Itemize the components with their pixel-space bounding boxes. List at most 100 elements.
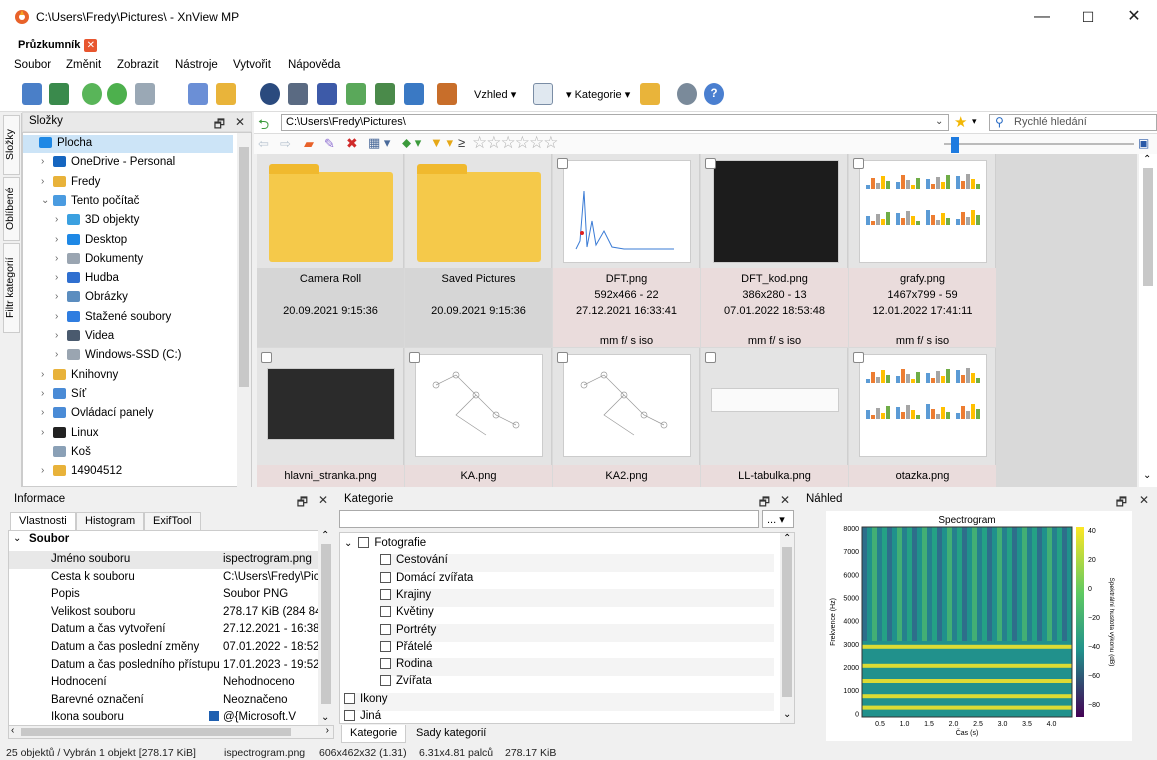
expand-arrow-icon[interactable]: › <box>41 407 44 418</box>
zoom-slider-track[interactable] <box>944 143 1134 145</box>
tree-item[interactable]: › Fredy <box>23 174 233 192</box>
move-icon[interactable] <box>216 83 236 105</box>
scroll-down-icon[interactable]: ⌄ <box>1143 470 1151 481</box>
slideshow-icon[interactable] <box>135 83 155 105</box>
select-checkbox[interactable] <box>853 352 864 363</box>
thumbnail-size-icon[interactable]: ▦ ▾ <box>368 135 390 151</box>
tree-item[interactable]: Plocha <box>23 135 233 153</box>
category-item[interactable]: Rodina <box>380 658 774 677</box>
tab-browser[interactable]: Průzkumník ✕ <box>12 36 101 56</box>
settings-gear-icon[interactable] <box>677 83 697 105</box>
thumbnail-item[interactable]: otazka.png <box>849 348 996 487</box>
tab-category-sets[interactable]: Sady kategorií <box>408 725 494 743</box>
expand-arrow-icon[interactable]: › <box>55 272 58 283</box>
expand-arrow-icon[interactable]: › <box>41 369 44 380</box>
tree-icon[interactable] <box>640 83 660 105</box>
fullscreen-icon[interactable] <box>49 83 69 105</box>
category-item[interactable]: Přátelé <box>380 640 774 659</box>
sort-icon[interactable]: ⬥ ▾ <box>402 135 421 151</box>
thumbnail-item[interactable]: Camera Roll 20.09.2021 9:15:36 <box>257 154 404 347</box>
zoom-slider-thumb[interactable] <box>951 137 959 153</box>
category-item[interactable]: Zvířata <box>380 675 774 693</box>
select-checkbox[interactable] <box>557 352 568 363</box>
rating-stars-icon[interactable]: ☆☆☆☆☆☆ <box>472 133 558 153</box>
category-options-button[interactable]: ... ▾ <box>762 510 794 528</box>
category-checkbox[interactable] <box>380 554 391 566</box>
expand-arrow-icon[interactable]: › <box>55 214 58 225</box>
capture-icon[interactable] <box>404 83 424 105</box>
info-hscroll[interactable]: ‹ › <box>8 725 334 739</box>
expand-arrow-icon[interactable]: › <box>41 176 44 187</box>
panel-layout-icon[interactable]: ▣ <box>1138 136 1149 150</box>
thumbnail-item[interactable]: hlavni_stranka.png <box>257 348 404 487</box>
category-checkbox[interactable] <box>380 588 391 600</box>
info-vscroll-thumb[interactable] <box>321 544 331 704</box>
copy-icon[interactable] <box>188 83 208 105</box>
expand-arrow-icon[interactable]: › <box>41 427 44 438</box>
refresh-icon[interactable] <box>82 83 102 105</box>
category-item[interactable]: Portréty <box>380 623 774 642</box>
tree-item[interactable]: › Obrázky <box>23 289 233 307</box>
category-scrollbar[interactable]: ⌃ ⌄ <box>780 533 794 723</box>
menu-zobrazit[interactable]: Zobrazit <box>117 59 159 71</box>
sync-icon[interactable] <box>107 83 127 105</box>
wallpaper-icon[interactable] <box>437 83 457 105</box>
filter-icon[interactable]: ▼ ▾ <box>430 135 453 151</box>
close-panel-icon[interactable]: ✕ <box>1139 493 1149 507</box>
close-panel-icon[interactable]: ✕ <box>235 115 245 129</box>
collapse-icon[interactable]: ⌄ <box>344 538 352 549</box>
tree-item[interactable]: › Videa <box>23 328 233 346</box>
tree-item[interactable]: › Síť <box>23 386 233 404</box>
menu-soubor[interactable]: Soubor <box>14 59 51 71</box>
new-folder-icon[interactable]: ▰ <box>304 136 314 152</box>
side-tab-category-filter[interactable]: Filtr kategorií <box>3 243 20 333</box>
menu-zmenit[interactable]: Změnit <box>66 59 101 71</box>
scroll-up-icon[interactable]: ⌃ <box>321 530 329 541</box>
batch-icon[interactable] <box>317 83 337 105</box>
convert-icon[interactable] <box>346 83 366 105</box>
grid-scrollbar[interactable]: ⌃ ⌄ <box>1139 154 1157 487</box>
favorite-star-icon[interactable]: ★ <box>954 113 967 131</box>
tab-exiftool[interactable]: ExifTool <box>144 512 201 530</box>
category-item[interactable]: ⌄ Fotografie <box>344 537 774 555</box>
path-input[interactable]: C:\Users\Fredy\Pictures\ <box>281 114 949 131</box>
menu-vytvorit[interactable]: Vytvořit <box>233 59 271 71</box>
category-checkbox[interactable] <box>380 658 391 670</box>
tab-properties[interactable]: Vlastnosti <box>10 512 76 530</box>
select-checkbox[interactable] <box>853 158 864 169</box>
tab-categories[interactable]: Kategorie <box>341 725 407 743</box>
tree-scroll-thumb[interactable] <box>239 147 249 387</box>
tab-histogram[interactable]: Histogram <box>76 512 145 530</box>
scroll-down-icon[interactable]: ⌄ <box>321 712 329 723</box>
category-checkbox[interactable] <box>380 606 391 618</box>
print-icon[interactable] <box>288 83 308 105</box>
browser-icon[interactable] <box>22 83 42 105</box>
category-item[interactable]: Cestování <box>380 554 774 573</box>
expand-arrow-icon[interactable]: › <box>41 156 44 167</box>
tree-item[interactable]: › Stažené soubory <box>23 309 233 327</box>
scroll-left-icon[interactable]: ‹ <box>11 725 14 736</box>
scroll-up-icon[interactable]: ⌃ <box>1143 154 1151 165</box>
tree-item[interactable]: › Hudba <box>23 270 233 288</box>
side-tab-favorites[interactable]: Oblíbené <box>3 177 20 241</box>
expand-arrow-icon[interactable]: › <box>55 349 58 360</box>
expand-arrow-icon[interactable]: › <box>55 330 58 341</box>
category-item[interactable]: Domácí zvířata <box>380 571 774 590</box>
menu-napoveda[interactable]: Nápověda <box>288 59 340 71</box>
expand-arrow-icon[interactable]: ⌄ <box>41 195 49 206</box>
category-checkbox[interactable] <box>344 710 355 721</box>
menu-nastroje[interactable]: Nástroje <box>175 59 218 71</box>
thumbnail-item[interactable]: DFT.png 592x466 - 22 27.12.2021 16:33:41 mm… <box>553 154 700 347</box>
scroll-up-icon[interactable]: ⌃ <box>783 533 791 544</box>
thumbnail-item[interactable]: KA2.png <box>553 348 700 487</box>
close-panel-icon[interactable]: ✕ <box>318 493 328 507</box>
tree-item[interactable]: › Dokumenty <box>23 251 233 269</box>
category-checkbox[interactable] <box>380 640 391 652</box>
tree-item[interactable]: › Linux <box>23 425 233 443</box>
tree-scrollbar[interactable] <box>237 133 251 488</box>
category-checkbox[interactable] <box>344 692 355 704</box>
grid-scroll-thumb[interactable] <box>1143 168 1153 286</box>
expand-arrow-icon[interactable]: › <box>55 291 58 302</box>
rating-filter-icon[interactable] <box>533 83 553 105</box>
scroll-right-icon[interactable]: › <box>326 725 329 736</box>
